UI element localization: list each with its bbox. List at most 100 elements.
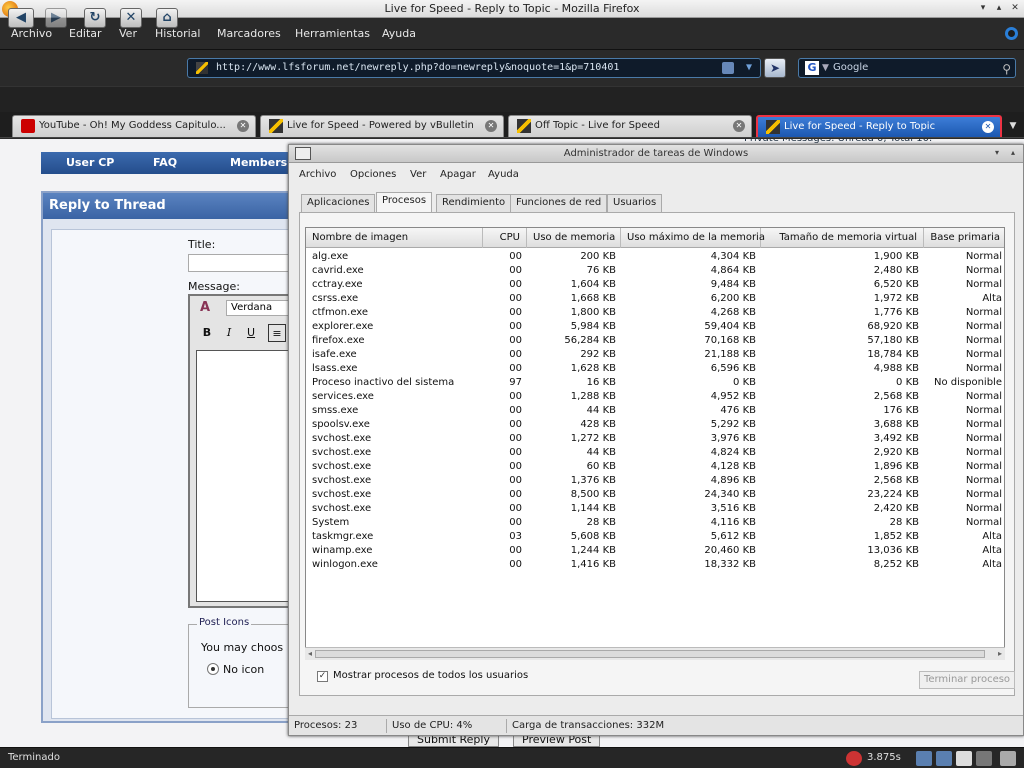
scroll-left-icon[interactable]: ◂ <box>305 648 315 660</box>
menu-herramientas[interactable]: Herramientas <box>295 27 370 40</box>
back-button[interactable]: ◀ <box>8 8 34 28</box>
close-tab-icon[interactable]: ✕ <box>733 120 745 132</box>
tab-youtube[interactable]: YouTube - Oh! My Goddess Capitulo... ✕ <box>12 115 256 137</box>
end-process-button[interactable]: Terminar proceso <box>919 671 1015 689</box>
url-dropdown-icon[interactable]: ▼ <box>746 59 752 77</box>
mail-icon[interactable] <box>976 751 992 766</box>
google-icon[interactable]: G <box>805 61 819 75</box>
process-list[interactable]: Nombre de imagen CPU Uso de memoria Uso … <box>305 227 1005 659</box>
proc-cpu: 00 <box>509 293 522 304</box>
process-row[interactable]: smss.exe 00 44 KB 476 KB 176 KB Normal <box>306 404 1004 418</box>
process-row[interactable]: winamp.exe 00 1,244 KB 20,460 KB 13,036 KB Al… <box>306 544 1004 558</box>
process-row[interactable]: cavrid.exe 00 76 KB 4,864 KB 2,480 KB Normal <box>306 264 1004 278</box>
process-row[interactable]: svchost.exe 00 1,376 KB 4,896 KB 2,568 KB Nor… <box>306 474 1004 488</box>
tab-list-dropdown-icon[interactable]: ▼ <box>1005 116 1021 136</box>
scroll-right-icon[interactable]: ▸ <box>995 648 1005 660</box>
font-color-icon[interactable]: A <box>200 300 216 316</box>
tab-funciones-de-red[interactable]: Funciones de red <box>510 194 608 212</box>
addon-status-icon[interactable] <box>846 751 862 766</box>
process-row[interactable]: svchost.exe 00 44 KB 4,824 KB 2,920 KB Normal <box>306 446 1004 460</box>
close-tab-icon[interactable]: ✕ <box>982 121 994 133</box>
col-image-name[interactable]: Nombre de imagen <box>306 228 483 248</box>
s-addon-icon[interactable] <box>956 751 972 766</box>
col-base-priority[interactable]: Base primaria <box>924 228 1004 248</box>
menu-archivo[interactable]: Archivo <box>11 27 52 40</box>
process-row[interactable]: explorer.exe 00 5,984 KB 59,404 KB 68,920 KB… <box>306 320 1004 334</box>
tab-rendimiento[interactable]: Rendimiento <box>436 194 512 212</box>
maximize-button[interactable]: ▴ <box>992 2 1006 15</box>
process-row[interactable]: alg.exe 00 200 KB 4,304 KB 1,900 KB Normal <box>306 250 1004 264</box>
url-bar[interactable]: http://www.lfsforum.net/newreply.php?do=… <box>187 58 761 78</box>
process-row[interactable]: spoolsv.exe 00 428 KB 5,292 KB 3,688 KB Norma… <box>306 418 1004 432</box>
close-tab-icon[interactable]: ✕ <box>485 120 497 132</box>
menu-marcadores[interactable]: Marcadores <box>217 27 281 40</box>
process-row[interactable]: Proceso inactivo del sistema 97 16 KB 0 KB 0… <box>306 376 1004 390</box>
tab-aplicaciones[interactable]: Aplicaciones <box>301 194 376 212</box>
forward-button[interactable]: ▶ <box>45 8 67 28</box>
col-peak-mem[interactable]: Uso máximo de la memoria <box>621 228 765 248</box>
tm-maximize-button[interactable]: ▴ <box>1007 148 1019 159</box>
nav-user-cp[interactable]: User CP <box>66 156 114 169</box>
col-virtual-mem[interactable]: Tamaño de memoria virtual <box>761 228 924 248</box>
menu-historial[interactable]: Historial <box>155 27 200 40</box>
search-status-icon[interactable] <box>936 751 952 766</box>
rss-feed-icon[interactable] <box>722 62 734 74</box>
process-row[interactable]: ctfmon.exe 00 1,800 KB 4,268 KB 1,776 KB Norm… <box>306 306 1004 320</box>
menu-ayuda[interactable]: Ayuda <box>382 27 416 40</box>
col-mem-usage[interactable]: Uso de memoria <box>527 228 621 248</box>
tab-procesos[interactable]: Procesos <box>376 192 433 213</box>
process-row[interactable]: System 00 28 KB 4,116 KB 28 KB Normal <box>306 516 1004 530</box>
show-all-users-checkbox[interactable]: ✓ <box>317 671 328 682</box>
process-row[interactable]: isafe.exe 00 292 KB 21,188 KB 18,784 KB Norma… <box>306 348 1004 362</box>
stop-button[interactable]: ✕ <box>120 8 142 28</box>
search-bar[interactable]: G ▼ Google ⚲ <box>798 58 1016 78</box>
menu-editar[interactable]: Editar <box>69 27 102 40</box>
process-row[interactable]: svchost.exe 00 1,272 KB 3,976 KB 3,492 KB Nor… <box>306 432 1004 446</box>
italic-button[interactable]: I <box>220 324 238 342</box>
tm-menu-opciones[interactable]: Opciones <box>350 169 396 180</box>
close-tab-icon[interactable]: ✕ <box>237 120 249 132</box>
bold-button[interactable]: B <box>198 324 216 342</box>
search-icon[interactable]: ⚲ <box>1002 60 1011 78</box>
process-row[interactable]: csrss.exe 00 1,668 KB 6,200 KB 1,972 KB Alta <box>306 292 1004 306</box>
tm-minimize-button[interactable]: ▾ <box>991 148 1003 159</box>
process-row[interactable]: taskmgr.exe 03 5,608 KB 5,612 KB 1,852 KB Alt… <box>306 530 1004 544</box>
col-cpu[interactable]: CPU <box>483 228 527 248</box>
proc-priority: Alta <box>982 293 1002 304</box>
align-left-icon[interactable]: ≡ <box>268 324 286 342</box>
tm-menu-apagar[interactable]: Apagar <box>440 169 476 180</box>
process-row[interactable]: cctray.exe 00 1,604 KB 9,484 KB 6,520 KB Norm… <box>306 278 1004 292</box>
tab-off-topic[interactable]: Off Topic - Live for Speed ✕ <box>508 115 752 137</box>
title-input[interactable] <box>188 254 300 272</box>
tab-lfs-forum[interactable]: Live for Speed - Powered by vBulletin ✕ <box>260 115 504 137</box>
tm-menu-ver[interactable]: Ver <box>410 169 426 180</box>
magnifier-icon[interactable] <box>916 751 932 766</box>
process-row[interactable]: svchost.exe 00 1,144 KB 3,516 KB 2,420 KB Nor… <box>306 502 1004 516</box>
underline-button[interactable]: U <box>242 324 260 342</box>
scrollbar-thumb[interactable] <box>315 650 985 658</box>
nav-faq[interactable]: FAQ <box>153 156 177 169</box>
process-row[interactable]: svchost.exe 00 8,500 KB 24,340 KB 23,224 KB N… <box>306 488 1004 502</box>
tab-reply-to-topic[interactable]: Live for Speed - Reply to Topic ✕ <box>756 115 1002 137</box>
font-select[interactable]: Verdana <box>226 300 296 316</box>
process-row[interactable]: winlogon.exe 00 1,416 KB 18,332 KB 8,252 KB A… <box>306 558 1004 572</box>
message-textarea[interactable] <box>196 350 296 602</box>
engine-dropdown-icon[interactable]: ▼ <box>822 59 829 77</box>
process-row[interactable]: svchost.exe 00 60 KB 4,128 KB 1,896 KB Normal <box>306 460 1004 474</box>
home-button[interactable]: ⌂ <box>156 8 178 28</box>
minimize-button[interactable]: ▾ <box>976 2 990 15</box>
proc-name: explorer.exe <box>312 321 374 332</box>
tab-usuarios[interactable]: Usuarios <box>607 194 663 212</box>
close-window-button[interactable]: ✕ <box>1008 2 1022 15</box>
process-row[interactable]: services.exe 00 1,288 KB 4,952 KB 2,568 KB No… <box>306 390 1004 404</box>
process-row[interactable]: firefox.exe 00 56,284 KB 70,168 KB 57,180 KB… <box>306 334 1004 348</box>
no-icon-radio[interactable] <box>207 663 219 675</box>
process-row[interactable]: lsass.exe 00 1,628 KB 6,596 KB 4,988 KB Norma… <box>306 362 1004 376</box>
tm-menu-archivo[interactable]: Archivo <box>299 169 336 180</box>
menu-ver[interactable]: Ver <box>119 27 137 40</box>
reload-button[interactable]: ↻ <box>84 8 106 28</box>
horizontal-scrollbar[interactable]: ◂ ▸ <box>305 647 1005 660</box>
tools-icon[interactable] <box>1000 751 1016 766</box>
tm-menu-ayuda[interactable]: Ayuda <box>488 169 519 180</box>
go-button[interactable]: ➤ <box>764 58 786 78</box>
